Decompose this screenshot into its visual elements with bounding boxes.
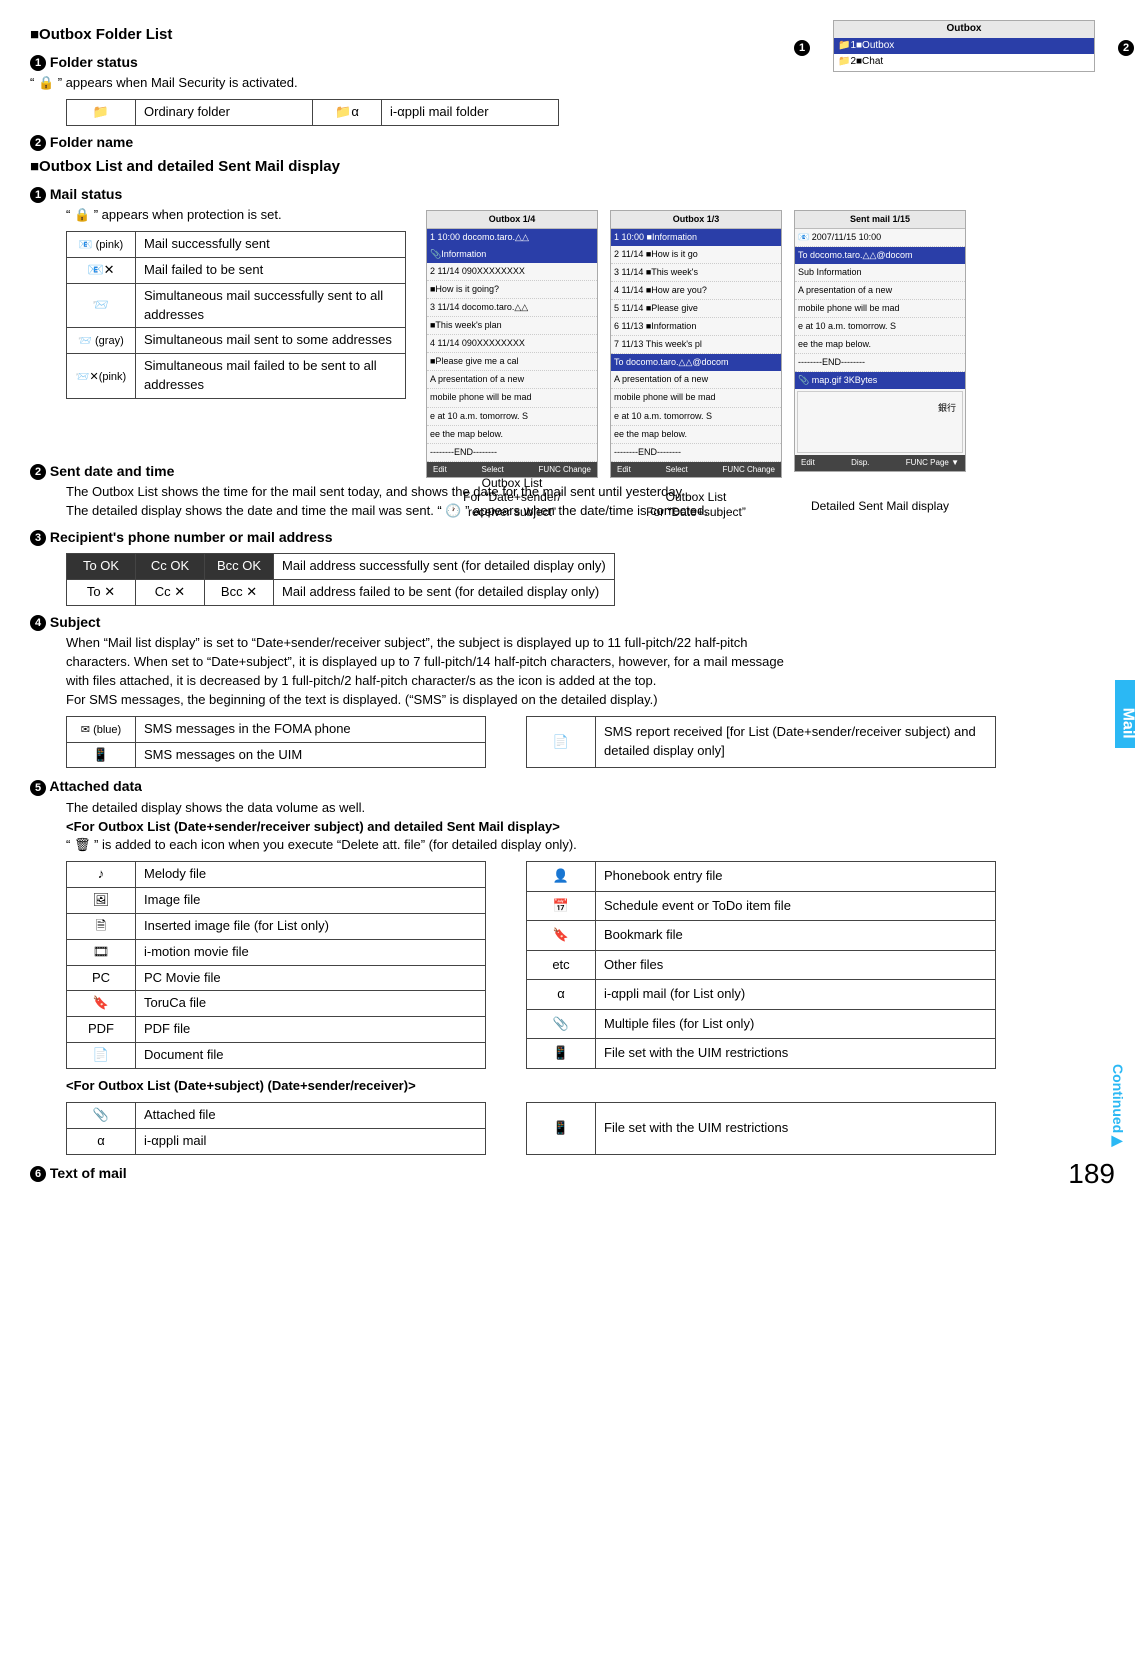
attached-file-icon: 📎 bbox=[67, 1102, 136, 1128]
bullet-6: 6 bbox=[30, 1166, 46, 1182]
schedule-icon: 📅 bbox=[527, 891, 596, 921]
other-icon: etc bbox=[527, 950, 596, 980]
inserted-image-icon: 🗎 bbox=[67, 913, 136, 939]
iappli-mail-icon-2: α bbox=[67, 1128, 136, 1154]
icon-cc-ok: Cc OK bbox=[136, 554, 205, 580]
mail-status-table: 📧 (pink) Mail successfully sent 📧✕ Mail … bbox=[66, 231, 406, 399]
label-simul-all: Simultaneous mail successfully sent to a… bbox=[136, 283, 406, 328]
folder-status-table: 📁 Ordinary folder 📁α i-αppli mail folder bbox=[66, 99, 559, 126]
fig-title: Outbox bbox=[834, 21, 1094, 38]
continued-indicator: Continued▶ bbox=[1108, 1064, 1128, 1149]
label-ordinary-folder: Ordinary folder bbox=[136, 99, 313, 125]
attached-desc4: <For Outbox List (Date+subject) (Date+se… bbox=[66, 1077, 1105, 1096]
bullet-2b: 2 bbox=[30, 464, 46, 480]
bookmark-icon: 🔖 bbox=[527, 921, 596, 951]
attached-desc2: <For Outbox List (Date+sender/receiver s… bbox=[66, 818, 1105, 837]
attached-desc1: The detailed display shows the data volu… bbox=[66, 799, 1105, 818]
icon-iappli-folder: 📁α bbox=[313, 99, 382, 125]
icon-sms-blue: ✉ (blue) bbox=[67, 716, 136, 742]
attachment-table-right: 👤Phonebook entry file 📅Schedule event or… bbox=[526, 861, 996, 1069]
fig-outbox-list-2: Outbox 1/3 1 10:00 ■Information 2 11/14 … bbox=[610, 210, 782, 478]
figure-row: Outbox 1/4 1 10:00 docomo.taro.△△ 📎Infor… bbox=[420, 210, 972, 470]
label-simul-fail: Simultaneous mail failed to be sent to a… bbox=[136, 354, 406, 399]
heading-attached: Attached data bbox=[49, 778, 142, 794]
bullet-2: 2 bbox=[30, 135, 46, 151]
pcmovie-icon: PC bbox=[67, 965, 136, 991]
recipient-table: To OK Cc OK Bcc OK Mail address successf… bbox=[66, 553, 615, 606]
icon-sent-fail: 📧✕ bbox=[67, 257, 136, 283]
icon-ordinary-folder: 📁 bbox=[67, 99, 136, 125]
attached-desc3: “ 🗑 ” is added to each icon when you exe… bbox=[66, 836, 1105, 855]
section-outbox-list: ■Outbox List and detailed Sent Mail disp… bbox=[30, 156, 1105, 178]
icon-bcc-ok: Bcc OK bbox=[205, 554, 274, 580]
icon-to-ok: To OK bbox=[67, 554, 136, 580]
callout-1: 1 bbox=[794, 40, 810, 56]
iappli-mail-icon: α bbox=[527, 980, 596, 1010]
subject-table-right: 📄 SMS report received [for List (Date+se… bbox=[526, 716, 996, 769]
folder-status-desc: “ 🔒 ” appears when Mail Security is acti… bbox=[30, 74, 1105, 93]
icon-bcc-x: Bcc ✕ bbox=[205, 580, 274, 606]
label-sent-ok: Mail address successfully sent (for deta… bbox=[274, 554, 615, 580]
bullet-1: 1 bbox=[30, 55, 46, 71]
label-sent-x: Mail address failed to be sent (for deta… bbox=[274, 580, 615, 606]
heading-folder-status: Folder status bbox=[50, 54, 138, 70]
bullet-4: 4 bbox=[30, 615, 46, 631]
icon-sms-uim: 📱 bbox=[67, 742, 136, 768]
heading-recipient: Recipient's phone number or mail address bbox=[50, 529, 333, 545]
icon-simul-some: 📨 (gray) bbox=[67, 328, 136, 354]
subject-desc3: with files attached, it is decreased by … bbox=[66, 672, 1105, 691]
label-iappli-folder: i-αppli mail folder bbox=[382, 99, 559, 125]
bullet-3: 3 bbox=[30, 530, 46, 546]
label-simul-some: Simultaneous mail sent to some addresses bbox=[136, 328, 406, 354]
attachment2-table-left: 📎Attached file αi-αppli mail bbox=[66, 1102, 486, 1155]
heading-text-of-mail: Text of mail bbox=[50, 1165, 127, 1181]
icon-simul-fail: 📨✕(pink) bbox=[67, 354, 136, 399]
uim-restrict-icon-2: 📱 bbox=[527, 1102, 596, 1154]
toruca-icon: 🔖 bbox=[67, 991, 136, 1017]
multiple-files-icon: 📎 bbox=[527, 1009, 596, 1039]
melody-file-icon: ♪ bbox=[67, 862, 136, 888]
icon-to-x: To ✕ bbox=[67, 580, 136, 606]
heading-folder-name: Folder name bbox=[50, 134, 133, 150]
attachment2-table-right: 📱File set with the UIM restrictions bbox=[526, 1102, 996, 1155]
imotion-icon: 🎞 bbox=[67, 939, 136, 965]
fig-detailed-sent: Sent mail 1/15 📧 2007/11/15 10:00 To doc… bbox=[794, 210, 966, 472]
page-number: 189 bbox=[1068, 1154, 1115, 1195]
heading-subject: Subject bbox=[50, 614, 101, 630]
subject-desc2: characters. When set to “Date+subject”, … bbox=[66, 653, 1105, 672]
fig-outbox-list-1: Outbox 1/4 1 10:00 docomo.taro.△△ 📎Infor… bbox=[426, 210, 598, 478]
bullet-5: 5 bbox=[30, 780, 46, 796]
icon-cc-x: Cc ✕ bbox=[136, 580, 205, 606]
pdf-icon: PDF bbox=[67, 1017, 136, 1043]
fig-row: 📁2■Chat bbox=[834, 54, 1094, 71]
subject-table-left: ✉ (blue) SMS messages in the FOMA phone … bbox=[66, 716, 486, 769]
bullet-1b: 1 bbox=[30, 187, 46, 203]
label-sent-fail: Mail failed to be sent bbox=[136, 257, 406, 283]
phonebook-icon: 👤 bbox=[527, 862, 596, 892]
uim-restrict-icon: 📱 bbox=[527, 1039, 596, 1069]
heading-sent-date: Sent date and time bbox=[50, 463, 174, 479]
attachment-table-left: ♪Melody file 🖼Image file 🗎Inserted image… bbox=[66, 861, 486, 1069]
fig-row-highlighted: 📁1■Outbox bbox=[834, 38, 1094, 55]
document-icon: 📄 bbox=[67, 1043, 136, 1069]
icon-sms-report: 📄 bbox=[527, 716, 596, 768]
icon-sent-pink: 📧 (pink) bbox=[67, 231, 136, 257]
image-file-icon: 🖼 bbox=[67, 888, 136, 914]
subject-desc4: For SMS messages, the beginning of the t… bbox=[66, 691, 1105, 710]
subject-desc1: When “Mail list display” is set to “Date… bbox=[66, 634, 1105, 653]
heading-mail-status: Mail status bbox=[50, 186, 122, 202]
label-sent-pink: Mail successfully sent bbox=[136, 231, 406, 257]
icon-simul-all: 📨 bbox=[67, 283, 136, 328]
map-thumbnail: 銀行 bbox=[797, 391, 963, 453]
side-tab-mail: Mail bbox=[1115, 680, 1135, 748]
callout-2: 2 bbox=[1118, 40, 1134, 56]
outbox-folder-figure: Outbox 1 2 📁1■Outbox 📁2■Chat bbox=[833, 20, 1095, 72]
